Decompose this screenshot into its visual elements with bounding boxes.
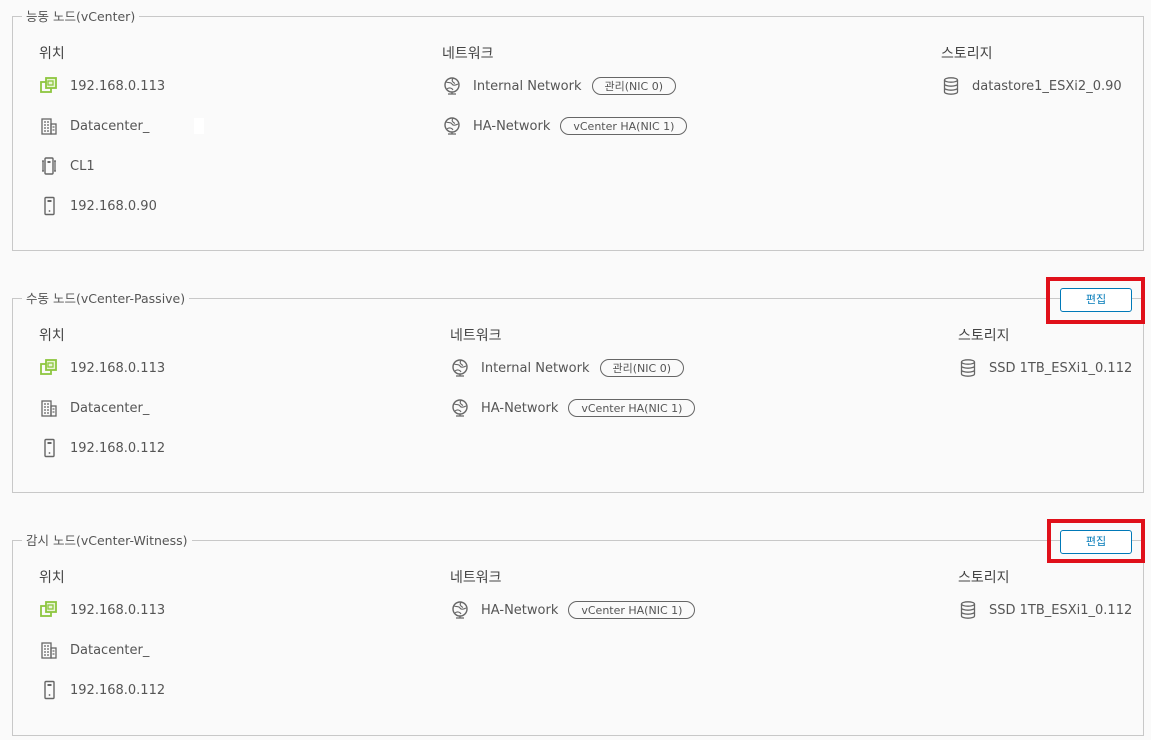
active-node-title: 능동 노드(vCenter) — [22, 8, 140, 26]
storage-header: 스토리지 — [958, 570, 1010, 586]
network-name: Internal Network — [473, 78, 582, 94]
datacenter-icon — [39, 116, 59, 136]
vcenter-host-icon — [39, 600, 59, 620]
location-cluster-row[interactable]: CL1 — [39, 156, 95, 176]
witness-edit-button[interactable]: 편집 — [1060, 530, 1132, 554]
host-server-icon — [39, 438, 59, 458]
vcenter-host-icon — [39, 358, 59, 378]
network-header: 네트워크 — [450, 328, 502, 344]
active-node-panel: 능동 노드(vCenter) 위치 192.168.0.113 Datacent… — [12, 8, 1144, 251]
datastore-icon — [958, 358, 978, 378]
passive-node-panel: 수동 노드(vCenter-Passive) 위치 192.168.0.113 … — [12, 290, 1144, 493]
host-server-icon — [39, 196, 59, 216]
nic-badge: vCenter HA(NIC 1) — [560, 117, 688, 135]
location-vcenter-label: 192.168.0.113 — [70, 602, 166, 618]
network-item[interactable]: HA-Network vCenter HA(NIC 1) — [450, 600, 696, 620]
network-globe-icon — [450, 398, 470, 418]
datastore-icon — [941, 76, 961, 96]
network-name: HA-Network — [473, 118, 551, 134]
storage-header: 스토리지 — [941, 46, 993, 62]
datastore-icon — [958, 600, 978, 620]
network-globe-icon — [450, 358, 470, 378]
location-vcenter-label: 192.168.0.113 — [70, 360, 166, 376]
nic-badge: 관리(NIC 0) — [591, 77, 676, 95]
datastore-name: datastore1_ESXi2_0.90 — [972, 78, 1122, 94]
location-host-row[interactable]: 192.168.0.112 — [39, 438, 165, 458]
network-header: 네트워크 — [442, 46, 494, 62]
datastore-item[interactable]: SSD 1TB_ESXi1_0.112 — [958, 600, 1132, 620]
network-name: HA-Network — [481, 602, 559, 618]
location-host-label: 192.168.0.112 — [70, 440, 166, 456]
location-datacenter-label: Datacenter_ — [70, 642, 150, 658]
datacenter-icon — [39, 640, 59, 660]
location-host-label: 192.168.0.90 — [70, 198, 157, 214]
location-header: 위치 — [39, 328, 65, 344]
network-item[interactable]: HA-Network vCenter HA(NIC 1) — [450, 398, 696, 418]
location-host-label: 192.168.0.112 — [70, 682, 166, 698]
location-datacenter-label: Datacenter_ — [70, 118, 150, 134]
location-cluster-label: CL1 — [70, 158, 95, 174]
passive-node-title: 수동 노드(vCenter-Passive) — [22, 290, 190, 308]
location-datacenter-row[interactable]: Datacenter_ — [39, 398, 149, 418]
storage-header: 스토리지 — [958, 328, 1010, 344]
location-vcenter-row[interactable]: 192.168.0.113 — [39, 600, 165, 620]
network-globe-icon — [450, 600, 470, 620]
location-datacenter-row[interactable]: Datacenter_ — [39, 640, 149, 660]
location-header: 위치 — [39, 570, 65, 586]
location-vcenter-row[interactable]: 192.168.0.113 — [39, 358, 165, 378]
host-server-icon — [39, 680, 59, 700]
location-host-row[interactable]: 192.168.0.90 — [39, 196, 157, 216]
vcenter-host-icon — [39, 76, 59, 96]
redaction-mask — [194, 118, 205, 134]
network-name: HA-Network — [481, 400, 559, 416]
datastore-name: SSD 1TB_ESXi1_0.112 — [989, 360, 1133, 376]
network-item[interactable]: Internal Network 관리(NIC 0) — [450, 358, 684, 378]
datacenter-icon — [39, 398, 59, 418]
datastore-name: SSD 1TB_ESXi1_0.112 — [989, 602, 1133, 618]
witness-node-panel: 감시 노드(vCenter-Witness) 위치 192.168.0.113 … — [12, 532, 1144, 736]
witness-node-title: 감시 노드(vCenter-Witness) — [22, 532, 192, 550]
datastore-item[interactable]: SSD 1TB_ESXi1_0.112 — [958, 358, 1132, 378]
nic-badge: 관리(NIC 0) — [599, 359, 684, 377]
location-vcenter-row[interactable]: 192.168.0.113 — [39, 76, 165, 96]
cluster-icon — [39, 156, 59, 176]
nic-badge: vCenter HA(NIC 1) — [568, 399, 696, 417]
location-vcenter-label: 192.168.0.113 — [70, 78, 166, 94]
network-globe-icon — [442, 76, 462, 96]
network-header: 네트워크 — [450, 570, 502, 586]
location-datacenter-row[interactable]: Datacenter_ — [39, 116, 205, 136]
network-globe-icon — [442, 116, 462, 136]
network-item[interactable]: Internal Network 관리(NIC 0) — [442, 76, 676, 96]
network-name: Internal Network — [481, 360, 590, 376]
location-datacenter-label: Datacenter_ — [70, 400, 150, 416]
passive-edit-button[interactable]: 편집 — [1060, 288, 1132, 312]
datastore-item[interactable]: datastore1_ESXi2_0.90 — [941, 76, 1122, 96]
location-host-row[interactable]: 192.168.0.112 — [39, 680, 165, 700]
location-header: 위치 — [39, 46, 65, 62]
nic-badge: vCenter HA(NIC 1) — [568, 601, 696, 619]
network-item[interactable]: HA-Network vCenter HA(NIC 1) — [442, 116, 688, 136]
